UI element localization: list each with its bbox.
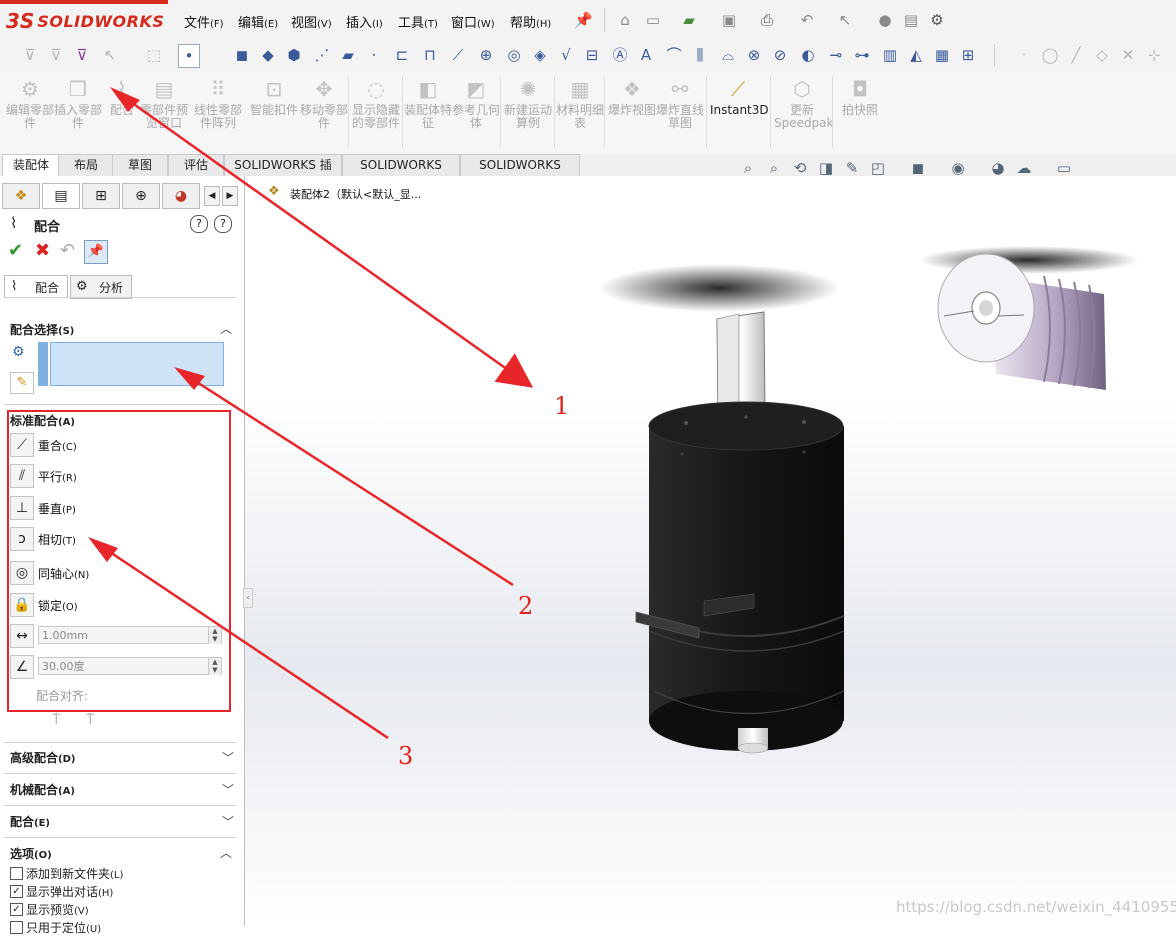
arrowhead-3 (88, 537, 118, 562)
arrow-2 (177, 368, 514, 587)
watermark: https://blog.csdn.net/weixin_44109556 (896, 898, 1176, 916)
annotation-label-3: 3 (398, 742, 414, 770)
annotation-label-2: 2 (518, 592, 534, 620)
arrowhead-2 (174, 367, 205, 390)
arrow-3 (91, 538, 389, 740)
arrowhead-1 (110, 87, 140, 112)
annotation-arrows (88, 87, 534, 740)
arrow-1 (113, 88, 534, 388)
annotation-label-1: 1 (554, 392, 570, 420)
